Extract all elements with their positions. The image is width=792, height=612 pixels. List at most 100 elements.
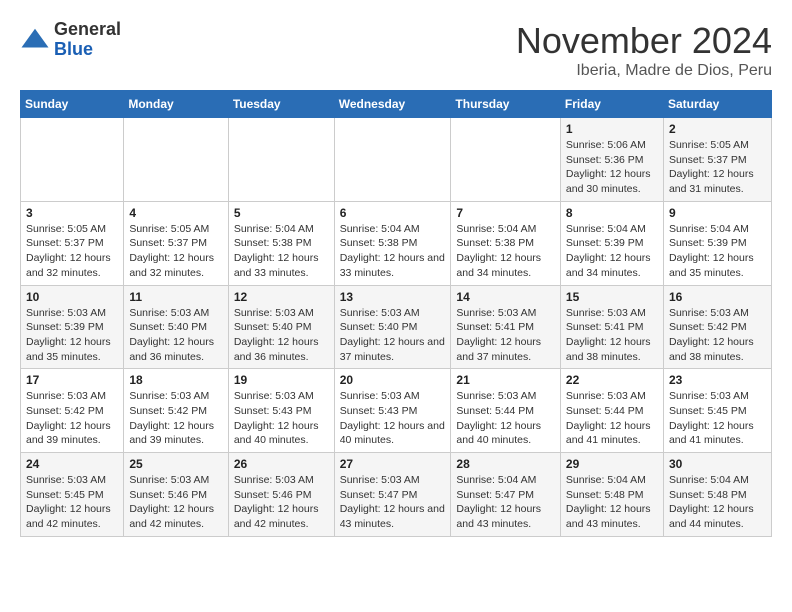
calendar-day-cell: 13Sunrise: 5:03 AM Sunset: 5:40 PM Dayli… bbox=[334, 285, 451, 369]
calendar-day-cell: 26 Sunrise: 5:03 AM Sunset: 5:46 PM Dayli… bbox=[228, 453, 334, 537]
calendar-day-cell bbox=[334, 118, 451, 202]
calendar-week-row: 24 Sunrise: 5:03 AM Sunset: 5:45 PM Dayli… bbox=[21, 453, 772, 537]
day-number: 12 bbox=[234, 290, 329, 304]
logo-icon bbox=[20, 25, 50, 55]
day-number: 19 bbox=[234, 373, 329, 387]
logo: General Blue bbox=[20, 20, 121, 60]
calendar-day-header: Sunday bbox=[21, 91, 124, 118]
day-number: 29 bbox=[566, 457, 658, 471]
logo-general: General bbox=[54, 20, 121, 40]
page-subtitle: Iberia, Madre de Dios, Peru bbox=[516, 62, 772, 80]
day-info: Sunrise: 5:03 AM Sunset: 5:43 PM Dayligh… bbox=[340, 389, 446, 448]
day-info: Sunrise: 5:03 AM Sunset: 5:44 PM Dayligh… bbox=[566, 389, 658, 448]
day-number: 13 bbox=[340, 290, 446, 304]
calendar-day-header: Monday bbox=[124, 91, 228, 118]
day-number: 5 bbox=[234, 206, 329, 220]
calendar-day-cell: 17 Sunrise: 5:03 AM Sunset: 5:42 PM Dayli… bbox=[21, 369, 124, 453]
calendar-day-cell: 25Sunrise: 5:03 AM Sunset: 5:46 PM Dayli… bbox=[124, 453, 228, 537]
day-number: 28 bbox=[456, 457, 555, 471]
day-info: Sunrise: 5:06 AM Sunset: 5:36 PM Dayligh… bbox=[566, 138, 658, 197]
calendar-day-cell: 19 Sunrise: 5:03 AM Sunset: 5:43 PM Dayli… bbox=[228, 369, 334, 453]
calendar-header-row: SundayMondayTuesdayWednesdayThursdayFrid… bbox=[21, 91, 772, 118]
day-info: Sunrise: 5:03 AM Sunset: 5:45 PM Dayligh… bbox=[26, 473, 118, 532]
calendar-week-row: 3 Sunrise: 5:05 AM Sunset: 5:37 PM Daylig… bbox=[21, 201, 772, 285]
calendar-day-cell: 4 Sunrise: 5:05 AM Sunset: 5:37 PM Daylig… bbox=[124, 201, 228, 285]
day-number: 15 bbox=[566, 290, 658, 304]
day-info: Sunrise: 5:05 AM Sunset: 5:37 PM Dayligh… bbox=[669, 138, 766, 197]
day-number: 14 bbox=[456, 290, 555, 304]
day-number: 11 bbox=[129, 290, 222, 304]
calendar-day-cell: 22 Sunrise: 5:03 AM Sunset: 5:44 PM Dayli… bbox=[560, 369, 663, 453]
calendar-day-cell: 8Sunrise: 5:04 AM Sunset: 5:39 PM Daylig… bbox=[560, 201, 663, 285]
calendar-day-cell bbox=[21, 118, 124, 202]
day-info: Sunrise: 5:03 AM Sunset: 5:40 PM Dayligh… bbox=[129, 306, 222, 365]
day-number: 4 bbox=[129, 206, 222, 220]
day-info: Sunrise: 5:03 AM Sunset: 5:41 PM Dayligh… bbox=[456, 306, 555, 365]
calendar-day-header: Wednesday bbox=[334, 91, 451, 118]
day-info: Sunrise: 5:04 AM Sunset: 5:48 PM Dayligh… bbox=[566, 473, 658, 532]
calendar-day-cell: 5 Sunrise: 5:04 AM Sunset: 5:38 PM Daylig… bbox=[228, 201, 334, 285]
day-number: 24 bbox=[26, 457, 118, 471]
calendar-day-cell: 30 Sunrise: 5:04 AM Sunset: 5:48 PM Dayli… bbox=[663, 453, 771, 537]
day-info: Sunrise: 5:05 AM Sunset: 5:37 PM Dayligh… bbox=[26, 222, 118, 281]
calendar-day-cell: 16 Sunrise: 5:03 AM Sunset: 5:42 PM Dayli… bbox=[663, 285, 771, 369]
day-info: Sunrise: 5:03 AM Sunset: 5:46 PM Dayligh… bbox=[129, 473, 222, 532]
day-number: 27 bbox=[340, 457, 446, 471]
calendar-day-header: Friday bbox=[560, 91, 663, 118]
title-block: November 2024 Iberia, Madre de Dios, Per… bbox=[516, 20, 772, 80]
day-info: Sunrise: 5:04 AM Sunset: 5:39 PM Dayligh… bbox=[669, 222, 766, 281]
calendar-week-row: 17 Sunrise: 5:03 AM Sunset: 5:42 PM Dayli… bbox=[21, 369, 772, 453]
calendar-day-cell: 1 Sunrise: 5:06 AM Sunset: 5:36 PM Daylig… bbox=[560, 118, 663, 202]
calendar-day-cell: 7 Sunrise: 5:04 AM Sunset: 5:38 PM Daylig… bbox=[451, 201, 561, 285]
day-number: 16 bbox=[669, 290, 766, 304]
calendar-day-cell bbox=[228, 118, 334, 202]
calendar-week-row: 1 Sunrise: 5:06 AM Sunset: 5:36 PM Daylig… bbox=[21, 118, 772, 202]
day-info: Sunrise: 5:03 AM Sunset: 5:45 PM Dayligh… bbox=[669, 389, 766, 448]
day-info: Sunrise: 5:03 AM Sunset: 5:39 PM Dayligh… bbox=[26, 306, 118, 365]
day-number: 17 bbox=[26, 373, 118, 387]
day-info: Sunrise: 5:03 AM Sunset: 5:40 PM Dayligh… bbox=[234, 306, 329, 365]
day-info: Sunrise: 5:03 AM Sunset: 5:43 PM Dayligh… bbox=[234, 389, 329, 448]
day-number: 30 bbox=[669, 457, 766, 471]
day-info: Sunrise: 5:05 AM Sunset: 5:37 PM Dayligh… bbox=[129, 222, 222, 281]
day-info: Sunrise: 5:03 AM Sunset: 5:46 PM Dayligh… bbox=[234, 473, 329, 532]
calendar-day-cell: 2 Sunrise: 5:05 AM Sunset: 5:37 PM Daylig… bbox=[663, 118, 771, 202]
day-number: 18 bbox=[129, 373, 222, 387]
day-info: Sunrise: 5:04 AM Sunset: 5:38 PM Dayligh… bbox=[456, 222, 555, 281]
day-number: 21 bbox=[456, 373, 555, 387]
calendar-day-cell: 23Sunrise: 5:03 AM Sunset: 5:45 PM Dayli… bbox=[663, 369, 771, 453]
calendar-week-row: 10 Sunrise: 5:03 AM Sunset: 5:39 PM Dayli… bbox=[21, 285, 772, 369]
calendar-day-cell: 27Sunrise: 5:03 AM Sunset: 5:47 PM Dayli… bbox=[334, 453, 451, 537]
day-info: Sunrise: 5:04 AM Sunset: 5:48 PM Dayligh… bbox=[669, 473, 766, 532]
day-info: Sunrise: 5:03 AM Sunset: 5:42 PM Dayligh… bbox=[26, 389, 118, 448]
day-number: 26 bbox=[234, 457, 329, 471]
day-info: Sunrise: 5:03 AM Sunset: 5:42 PM Dayligh… bbox=[669, 306, 766, 365]
calendar-day-cell: 3 Sunrise: 5:05 AM Sunset: 5:37 PM Daylig… bbox=[21, 201, 124, 285]
day-number: 22 bbox=[566, 373, 658, 387]
calendar-day-cell: 11 Sunrise: 5:03 AM Sunset: 5:40 PM Dayli… bbox=[124, 285, 228, 369]
day-info: Sunrise: 5:04 AM Sunset: 5:39 PM Dayligh… bbox=[566, 222, 658, 281]
day-number: 1 bbox=[566, 122, 658, 136]
day-number: 10 bbox=[26, 290, 118, 304]
day-info: Sunrise: 5:04 AM Sunset: 5:38 PM Dayligh… bbox=[340, 222, 446, 281]
calendar-day-cell: 20Sunrise: 5:03 AM Sunset: 5:43 PM Dayli… bbox=[334, 369, 451, 453]
calendar-day-cell bbox=[451, 118, 561, 202]
logo-text: General Blue bbox=[54, 20, 121, 60]
day-info: Sunrise: 5:03 AM Sunset: 5:44 PM Dayligh… bbox=[456, 389, 555, 448]
calendar-day-cell: 10 Sunrise: 5:03 AM Sunset: 5:39 PM Dayli… bbox=[21, 285, 124, 369]
calendar-table: SundayMondayTuesdayWednesdayThursdayFrid… bbox=[20, 90, 772, 537]
day-info: Sunrise: 5:04 AM Sunset: 5:47 PM Dayligh… bbox=[456, 473, 555, 532]
day-number: 3 bbox=[26, 206, 118, 220]
calendar-day-header: Thursday bbox=[451, 91, 561, 118]
page-title: November 2024 bbox=[516, 20, 772, 62]
day-number: 2 bbox=[669, 122, 766, 136]
logo-blue: Blue bbox=[54, 40, 121, 60]
day-info: Sunrise: 5:04 AM Sunset: 5:38 PM Dayligh… bbox=[234, 222, 329, 281]
calendar-day-cell: 29 Sunrise: 5:04 AM Sunset: 5:48 PM Dayli… bbox=[560, 453, 663, 537]
day-info: Sunrise: 5:03 AM Sunset: 5:41 PM Dayligh… bbox=[566, 306, 658, 365]
day-number: 7 bbox=[456, 206, 555, 220]
calendar-day-cell: 18 Sunrise: 5:03 AM Sunset: 5:42 PM Dayli… bbox=[124, 369, 228, 453]
day-info: Sunrise: 5:03 AM Sunset: 5:42 PM Dayligh… bbox=[129, 389, 222, 448]
calendar-day-header: Tuesday bbox=[228, 91, 334, 118]
calendar-day-cell: 12 Sunrise: 5:03 AM Sunset: 5:40 PM Dayli… bbox=[228, 285, 334, 369]
